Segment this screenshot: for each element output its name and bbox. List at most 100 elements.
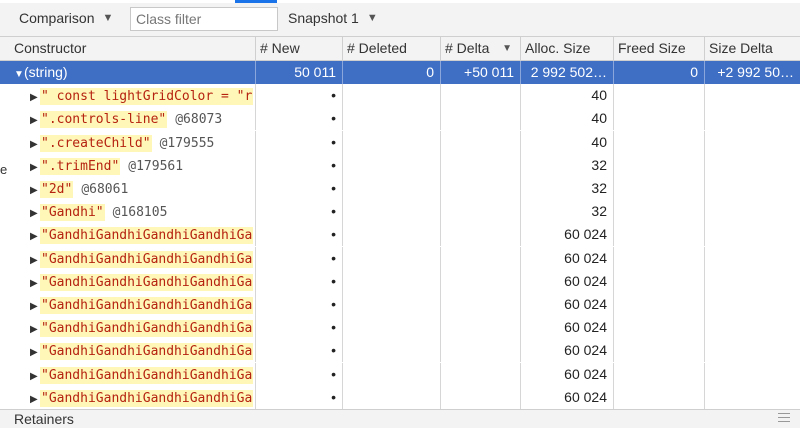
size-delta-cell: +2 992 50… bbox=[717, 64, 794, 80]
grid-header: Constructor # New # Deleted # Delta ▼ Al… bbox=[0, 37, 800, 61]
alloc-size-cell: 60 024 bbox=[521, 246, 614, 270]
expand-triangle-right-icon[interactable]: ▶ bbox=[30, 134, 40, 154]
freed-size-cell bbox=[614, 153, 705, 177]
object-id: @68073 bbox=[175, 112, 223, 128]
constructor-cell: ▶ "GandhiGandhiGandhiGandhiGa bbox=[0, 246, 256, 270]
constructor-cell: ▶ "GandhiGandhiGandhiGandhiGa bbox=[0, 316, 256, 340]
alloc-size-cell: 2 992 502… bbox=[521, 61, 614, 84]
table-row[interactable]: ▶ "GandhiGandhiGandhiGandhiGa • 60 024 bbox=[0, 293, 800, 316]
expand-triangle-right-icon[interactable]: ▶ bbox=[30, 226, 40, 246]
constructor-cell: ▶ " const lightGridColor = "r bbox=[0, 84, 256, 108]
expand-triangle-right-icon[interactable]: ▶ bbox=[30, 250, 40, 270]
expand-triangle-right-icon[interactable]: ▶ bbox=[30, 319, 40, 339]
resize-handle-icon[interactable] bbox=[778, 413, 790, 422]
snapshot-selector[interactable]: Snapshot 1 ▼ bbox=[288, 10, 378, 26]
delta-count-cell bbox=[441, 246, 521, 270]
freed-size-cell bbox=[614, 385, 705, 409]
alloc-size-cell: 60 024 bbox=[521, 223, 614, 247]
string-value: "GandhiGandhiGandhiGandhiGa bbox=[40, 343, 254, 361]
freed-size-cell bbox=[614, 223, 705, 247]
delta-count-cell bbox=[441, 269, 521, 293]
table-row[interactable]: ▶ "GandhiGandhiGandhiGandhiGa • 60 024 bbox=[0, 269, 800, 293]
new-count-cell: 50 011 bbox=[256, 61, 343, 84]
deleted-count-cell bbox=[343, 269, 441, 293]
header-delta[interactable]: # Delta ▼ bbox=[441, 37, 521, 61]
constructor-cell: ▼(string) bbox=[0, 61, 256, 84]
table-row[interactable]: ▶ " const lightGridColor = "r • 40 bbox=[0, 84, 800, 108]
new-count-cell: • bbox=[256, 246, 343, 270]
delta-count-cell bbox=[441, 223, 521, 247]
string-value: "GandhiGandhiGandhiGandhiGa bbox=[40, 366, 254, 384]
constructor-cell: ▶ "GandhiGandhiGandhiGandhiGa bbox=[0, 385, 256, 409]
table-row[interactable]: ▶ "GandhiGandhiGandhiGandhiGa • 60 024 bbox=[0, 316, 800, 340]
size-delta-cell bbox=[705, 339, 800, 362]
freed-size-cell bbox=[614, 316, 705, 340]
freed-size-cell bbox=[614, 177, 705, 200]
deleted-count-cell bbox=[343, 200, 441, 224]
expand-triangle-right-icon[interactable]: ▶ bbox=[30, 203, 40, 223]
delta-count-cell bbox=[441, 339, 521, 363]
string-value: "GandhiGandhiGandhiGandhiGa bbox=[40, 297, 254, 314]
expand-triangle-down-icon[interactable]: ▼ bbox=[14, 64, 24, 84]
class-filter-input[interactable] bbox=[130, 7, 278, 31]
object-id: @179555 bbox=[159, 135, 215, 151]
header-size-delta[interactable]: Size Delta bbox=[705, 37, 800, 61]
expand-triangle-right-icon[interactable]: ▶ bbox=[30, 366, 40, 386]
view-selector[interactable]: Comparison ▼ bbox=[19, 10, 113, 26]
header-constructor[interactable]: Constructor bbox=[0, 37, 256, 61]
table-row[interactable]: ▶ "GandhiGandhiGandhiGandhiGa • 60 024 bbox=[0, 362, 800, 386]
deleted-count-cell bbox=[343, 177, 441, 200]
size-delta-cell bbox=[705, 247, 800, 270]
new-count-cell: • bbox=[256, 200, 343, 224]
expand-triangle-right-icon[interactable]: ▶ bbox=[30, 389, 40, 409]
size-delta-cell bbox=[705, 316, 800, 339]
expand-triangle-right-icon[interactable]: ▶ bbox=[30, 87, 40, 107]
table-row[interactable]: ▶ "Gandhi" @168105 • 32 bbox=[0, 200, 800, 224]
table-row[interactable]: ▶ ".createChild" @179555 • 40 bbox=[0, 130, 800, 154]
alloc-size-cell: 32 bbox=[521, 153, 614, 177]
delta-count-cell bbox=[441, 316, 521, 340]
table-row[interactable]: ▶ ".trimEnd" @179561 • 32 bbox=[0, 153, 800, 177]
delta-count-cell bbox=[441, 107, 521, 131]
freed-size-cell bbox=[614, 84, 705, 108]
string-value: "GandhiGandhiGandhiGandhiGa bbox=[40, 227, 254, 245]
delta-count-cell bbox=[441, 200, 521, 224]
table-row[interactable]: ▶ "GandhiGandhiGandhiGandhiGa • 60 024 bbox=[0, 385, 800, 409]
expand-triangle-right-icon[interactable]: ▶ bbox=[30, 296, 40, 316]
object-id: @68061 bbox=[81, 182, 129, 197]
expand-triangle-right-icon[interactable]: ▶ bbox=[30, 273, 40, 293]
new-count-cell: • bbox=[256, 362, 343, 386]
header-freed-size[interactable]: Freed Size bbox=[614, 37, 705, 61]
table-row[interactable]: ▶ "GandhiGandhiGandhiGandhiGa • 60 024 bbox=[0, 223, 800, 247]
alloc-size-cell: 60 024 bbox=[521, 385, 614, 409]
size-delta-cell bbox=[705, 270, 800, 293]
table-row[interactable]: ▶ "2d" @68061 • 32 bbox=[0, 177, 800, 200]
header-deleted[interactable]: # Deleted bbox=[343, 37, 441, 61]
deleted-count-cell bbox=[343, 339, 441, 363]
constructor-cell: ▶ ".createChild" @179555 bbox=[0, 130, 256, 154]
freed-size-cell bbox=[614, 269, 705, 293]
expand-triangle-right-icon[interactable]: ▶ bbox=[30, 180, 40, 200]
header-alloc-size[interactable]: Alloc. Size bbox=[521, 37, 614, 61]
table-row[interactable]: ▶ "GandhiGandhiGandhiGandhiGa • 60 024 bbox=[0, 246, 800, 270]
expand-triangle-right-icon[interactable]: ▶ bbox=[30, 157, 40, 177]
size-delta-cell bbox=[705, 84, 800, 107]
constructor-cell: ▶ "GandhiGandhiGandhiGandhiGa bbox=[0, 339, 256, 363]
deleted-count-cell bbox=[343, 107, 441, 131]
new-count-cell: • bbox=[256, 385, 343, 409]
size-delta-cell bbox=[705, 154, 800, 177]
delta-count-cell: +50 011 bbox=[441, 61, 521, 84]
header-delta-label: # Delta bbox=[445, 40, 490, 56]
table-row-string-group[interactable]: ▼(string) 50 011 0 +50 011 2 992 502… 0 +2 992… bbox=[0, 61, 800, 84]
freed-size-cell bbox=[614, 246, 705, 270]
deleted-count-cell bbox=[343, 246, 441, 270]
expand-triangle-right-icon[interactable]: ▶ bbox=[30, 110, 40, 130]
size-delta-cell bbox=[705, 386, 800, 409]
header-new[interactable]: # New bbox=[256, 37, 343, 61]
freed-size-cell bbox=[614, 362, 705, 386]
retainers-panel-header[interactable]: Retainers bbox=[0, 409, 800, 428]
deleted-count-cell bbox=[343, 153, 441, 177]
table-row[interactable]: ▶ ".controls-line" @68073 • 40 bbox=[0, 107, 800, 131]
expand-triangle-right-icon[interactable]: ▶ bbox=[30, 342, 40, 362]
table-row[interactable]: ▶ "GandhiGandhiGandhiGandhiGa • 60 024 bbox=[0, 339, 800, 363]
